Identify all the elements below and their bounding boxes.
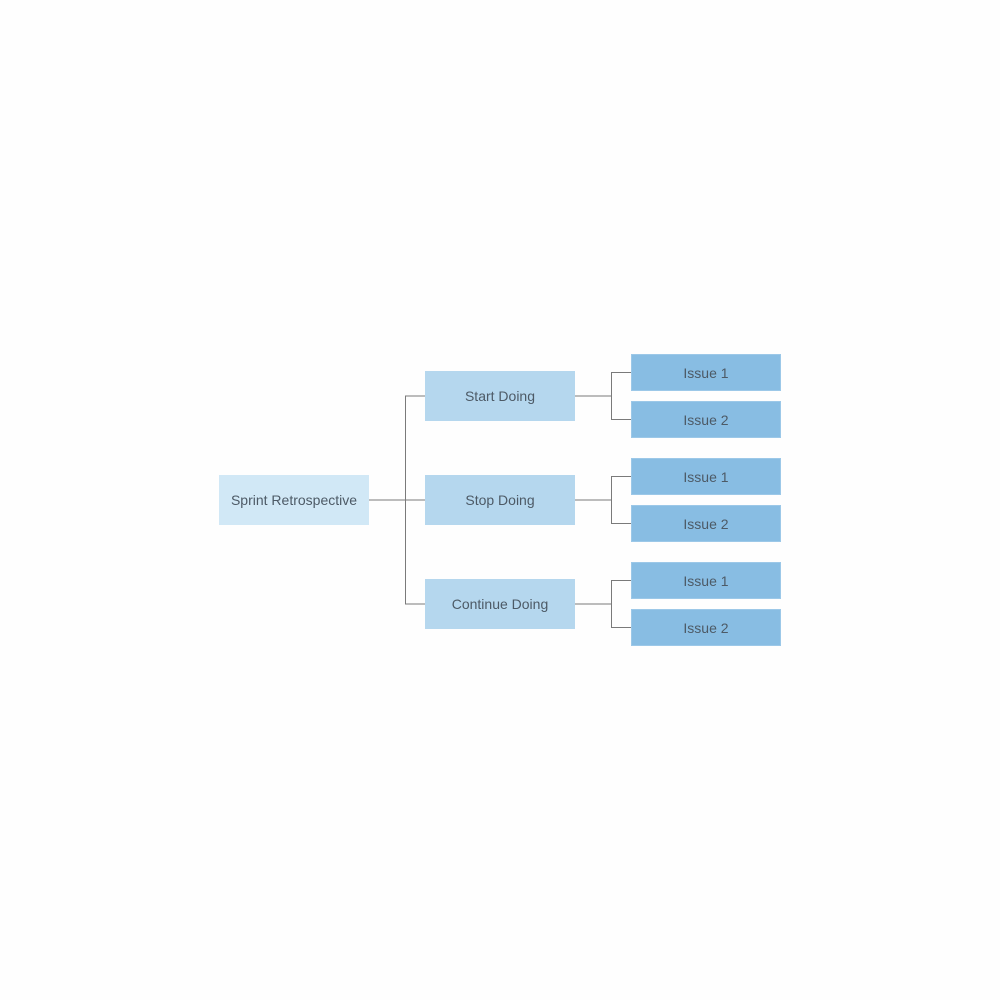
leaf-node-label: Issue 2: [683, 411, 729, 428]
branch-node-label: Continue Doing: [451, 596, 549, 612]
leaf-node-continue-issue-1[interactable]: Issue 1: [631, 562, 781, 599]
leaf-node-start-issue-1[interactable]: Issue 1: [631, 354, 781, 391]
leaf-node-label: Issue 1: [683, 364, 729, 381]
leaf-node-stop-issue-2[interactable]: Issue 2: [631, 505, 781, 542]
root-node-label: Sprint Retrospective: [230, 492, 358, 508]
branch-node-label: Stop Doing: [465, 492, 535, 508]
branch-node-continue-doing[interactable]: Continue Doing: [425, 579, 575, 629]
leaf-node-start-issue-2[interactable]: Issue 2: [631, 401, 781, 438]
branch-node-stop-doing[interactable]: Stop Doing: [425, 475, 575, 525]
leaf-node-label: Issue 1: [683, 572, 729, 589]
branch-node-start-doing[interactable]: Start Doing: [425, 371, 575, 421]
leaf-node-label: Issue 2: [683, 619, 729, 636]
branch-node-label: Start Doing: [464, 388, 536, 404]
leaf-node-continue-issue-2[interactable]: Issue 2: [631, 609, 781, 646]
leaf-node-label: Issue 1: [683, 468, 729, 485]
leaf-node-label: Issue 2: [683, 515, 729, 532]
leaf-node-stop-issue-1[interactable]: Issue 1: [631, 458, 781, 495]
root-node[interactable]: Sprint Retrospective: [219, 475, 369, 525]
